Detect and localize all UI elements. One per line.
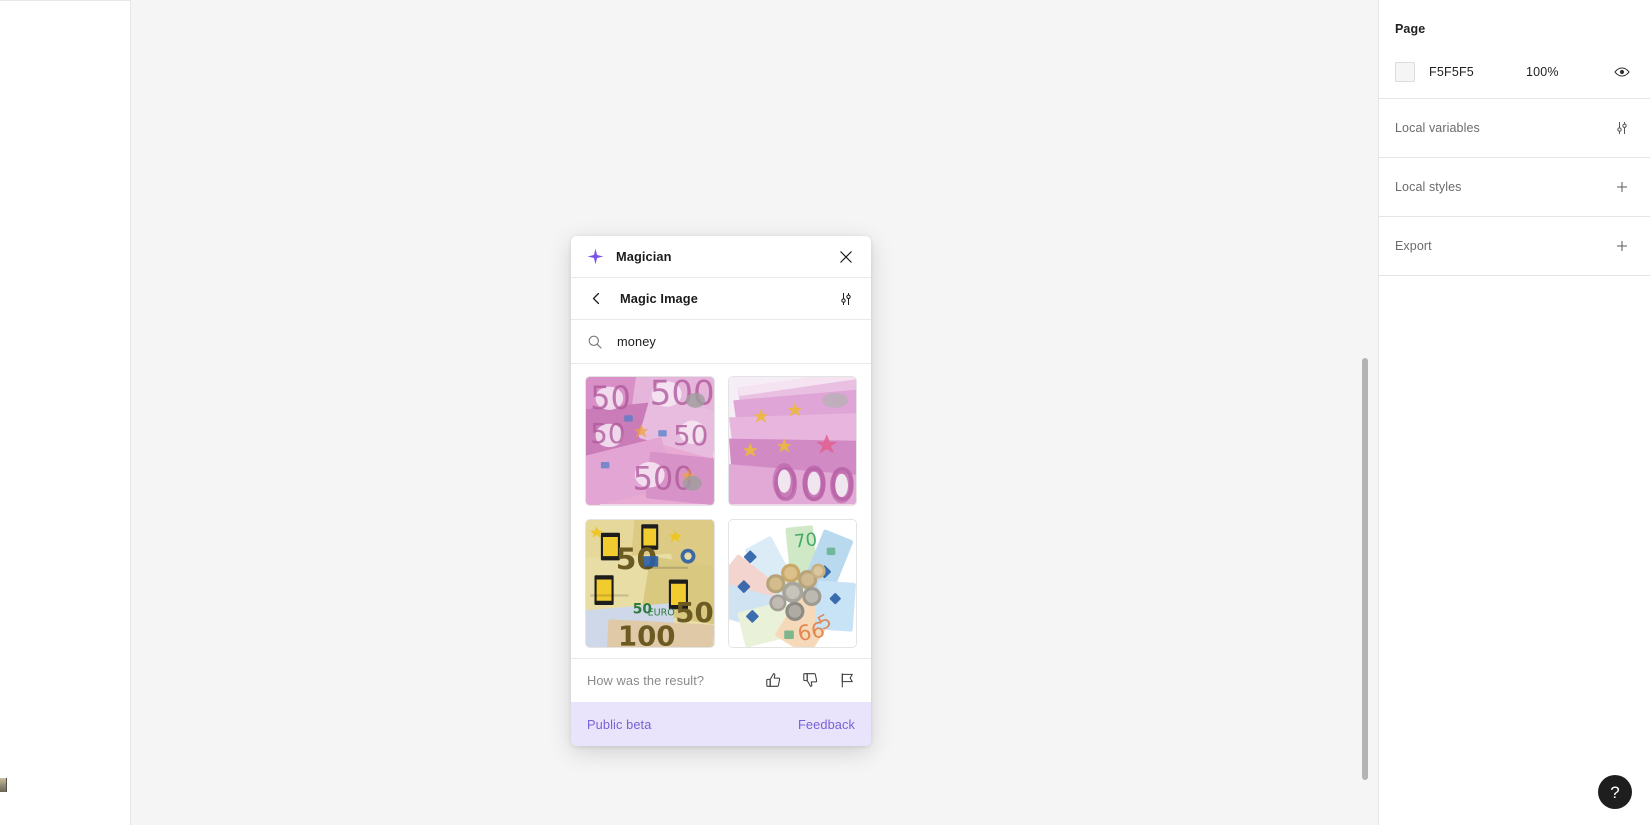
left-panel xyxy=(0,0,131,825)
image-result-2[interactable]: 000 xyxy=(727,376,857,506)
page-section: Page F5F5F5 100% xyxy=(1379,0,1650,99)
chevron-left-icon[interactable] xyxy=(587,290,605,308)
page-background-row[interactable]: F5F5F5 100% xyxy=(1395,58,1634,98)
feedback-row: How was the result? xyxy=(571,658,871,702)
eye-icon[interactable] xyxy=(1610,60,1634,84)
image-results-grid: 50 500 50 50 500 50 50 100 50 EURO 70 66… xyxy=(571,364,871,658)
sliders-icon[interactable] xyxy=(1610,116,1634,140)
svg-text:EURO: EURO xyxy=(648,607,675,618)
export-label: Export xyxy=(1395,239,1432,253)
modal-title: Magician xyxy=(616,249,672,264)
svg-text:50: 50 xyxy=(590,379,631,417)
plus-icon[interactable] xyxy=(1610,234,1634,258)
sidebar-item-local-styles[interactable]: Local styles xyxy=(1395,158,1634,216)
export-section[interactable]: Export xyxy=(1379,217,1650,276)
public-beta-label: Public beta xyxy=(587,716,652,732)
image-result-3[interactable]: 50 50 100 50 EURO xyxy=(585,518,715,648)
top-divider xyxy=(0,0,131,1)
modal-header: Magician xyxy=(571,236,871,278)
properties-panel: Page F5F5F5 100% Local variables Local s… xyxy=(1378,0,1650,825)
figma-plugin-screen: Page F5F5F5 100% Local variables Local s… xyxy=(0,0,1650,825)
modal-subbar: Magic Image xyxy=(571,278,871,320)
feedback-actions xyxy=(764,671,857,690)
page-color-opacity[interactable]: 100% xyxy=(1526,65,1559,79)
page-color-hex[interactable]: F5F5F5 xyxy=(1429,65,1474,79)
sparkle-icon xyxy=(587,248,604,265)
svg-text:50: 50 xyxy=(673,419,708,452)
search-icon xyxy=(587,334,603,350)
local-variables-section[interactable]: Local variables xyxy=(1379,99,1650,158)
canvas-vertical-scrollbar[interactable] xyxy=(1362,358,1368,780)
close-icon[interactable] xyxy=(834,245,858,269)
svg-text:50: 50 xyxy=(590,417,625,450)
page-color-swatch[interactable] xyxy=(1395,62,1415,82)
local-styles-section[interactable]: Local styles xyxy=(1379,158,1650,217)
sliders-icon[interactable] xyxy=(834,287,858,311)
sidebar-item-export[interactable]: Export xyxy=(1395,217,1634,275)
search-input[interactable] xyxy=(617,334,855,349)
magic-image-title: Magic Image xyxy=(620,291,698,306)
svg-text:70: 70 xyxy=(793,529,818,552)
local-styles-label: Local styles xyxy=(1395,180,1462,194)
help-button[interactable]: ? xyxy=(1598,775,1632,809)
canvas-artifact xyxy=(0,778,7,792)
magician-modal: Magician Magic Image money 50 500 50 50 … xyxy=(571,236,871,746)
feedback-prompt: How was the result? xyxy=(587,673,705,688)
svg-text:50: 50 xyxy=(675,596,713,629)
thumbs-up-icon[interactable] xyxy=(764,671,783,690)
beta-bar: Public beta Feedback xyxy=(571,702,871,746)
help-icon: ? xyxy=(1610,782,1620,802)
image-result-4[interactable]: 70 66 5 xyxy=(727,518,857,648)
local-variables-label: Local variables xyxy=(1395,121,1480,135)
feedback-link[interactable]: Feedback xyxy=(798,717,855,732)
image-result-1[interactable]: 50 500 50 50 500 xyxy=(585,376,715,506)
search-row[interactable] xyxy=(571,320,871,364)
svg-text:100: 100 xyxy=(618,619,676,647)
page-section-header: Page xyxy=(1395,0,1634,58)
svg-text:500: 500 xyxy=(650,377,714,414)
plus-icon[interactable] xyxy=(1610,175,1634,199)
thumbs-down-icon[interactable] xyxy=(801,671,820,690)
sidebar-item-local-variables[interactable]: Local variables xyxy=(1395,99,1634,157)
page-title: Page xyxy=(1395,22,1426,36)
flag-icon[interactable] xyxy=(838,671,857,690)
